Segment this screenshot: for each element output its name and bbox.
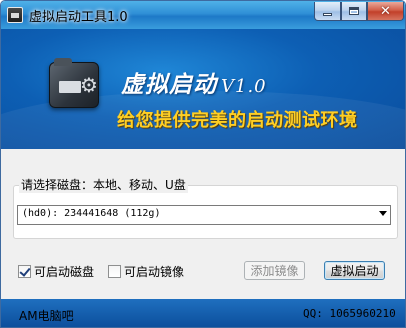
add-image-button[interactable]: 添加镜像 [244,261,305,280]
status-qq-text: QQ: 1065960210 [303,307,396,320]
minimize-icon [323,12,332,16]
app-window: 虚拟启动工具1.0 ✕ ⚙ 虚拟启动 V1.0 给您提供完美的启动测试环境 请选择… [0,0,406,328]
virtual-boot-button[interactable]: 虚拟启动 [324,261,385,280]
bootable-image-label: 可启动镜像 [124,265,185,279]
chevron-down-icon [379,211,387,216]
disk-slot [59,81,81,93]
banner-title: 虚拟启动 V1.0 [121,65,267,99]
disk-gear-icon: ⚙ [49,58,99,108]
disk-dropdown-value: (hd0): 234441648 (112g) [22,208,161,219]
status-bar: AM电脑吧 QQ: 1065960210 [1,299,405,327]
close-icon: ✕ [380,3,391,19]
disk-group-label: 请选择磁盘：本地、移动、U盘 [19,176,188,193]
banner: ⚙ 虚拟启动 V1.0 给您提供完美的启动测试环境 [1,29,405,149]
bootable-disk-label: 可启动磁盘 [34,265,95,279]
status-site-text: AM电脑吧 [19,309,74,323]
maximize-button[interactable] [341,2,367,21]
disk-dropdown[interactable]: (hd0): 234441648 (112g) [17,205,391,225]
minimize-button[interactable] [314,2,341,21]
app-icon [7,7,23,23]
checkbox-unchecked-icon [108,265,121,278]
bootable-disk-checkbox[interactable]: 可启动磁盘 [18,263,94,280]
banner-title-text: 虚拟启动 [121,71,217,98]
window-title: 虚拟启动工具1.0 [29,10,128,25]
banner-subtitle: 给您提供完美的启动测试环境 [117,110,358,131]
bootable-image-checkbox[interactable]: 可启动镜像 [108,263,184,280]
disk-tab [54,58,72,66]
checkbox-checked-icon [18,265,31,278]
banner-version: V1.0 [221,76,267,97]
title-bar[interactable]: 虚拟启动工具1.0 ✕ [1,1,405,29]
maximize-icon [349,7,359,15]
close-button[interactable]: ✕ [367,2,404,21]
gear-icon: ⚙ [80,73,98,97]
